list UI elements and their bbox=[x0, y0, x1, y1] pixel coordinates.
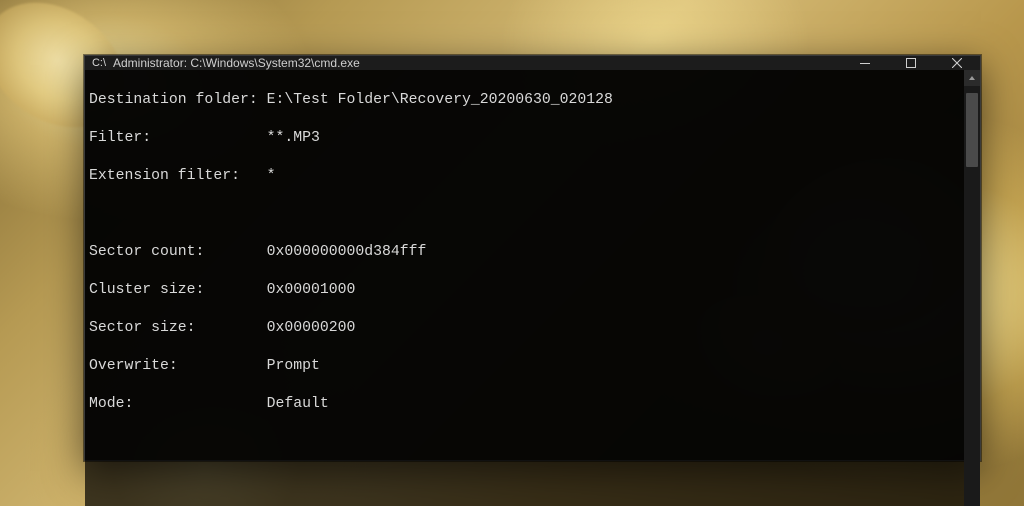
maximize-button[interactable] bbox=[888, 56, 934, 70]
console-output[interactable]: Destination folder: E:\Test Folder\Recov… bbox=[85, 70, 964, 506]
window-controls bbox=[842, 56, 980, 70]
window-title: Administrator: C:\Windows\System32\cmd.e… bbox=[113, 56, 360, 70]
overwrite-label: Overwrite: bbox=[89, 357, 267, 376]
app-icon-wrap: C:\ bbox=[85, 58, 113, 69]
dest-label: Destination folder: bbox=[89, 92, 258, 108]
mode-label: Mode: bbox=[89, 395, 267, 414]
client-area: Destination folder: E:\Test Folder\Recov… bbox=[85, 70, 980, 506]
cluster-size-value: 0x00001000 bbox=[267, 282, 356, 298]
cmd-window: C:\ Administrator: C:\Windows\System32\c… bbox=[84, 55, 981, 461]
close-button[interactable] bbox=[934, 56, 980, 70]
sector-size-value: 0x00000200 bbox=[267, 320, 356, 336]
sector-count-value: 0x000000000d384fff bbox=[267, 244, 427, 260]
sector-size-label: Sector size: bbox=[89, 319, 267, 338]
scroll-thumb[interactable] bbox=[966, 93, 978, 166]
sector-count-label: Sector count: bbox=[89, 243, 267, 262]
titlebar[interactable]: C:\ Administrator: C:\Windows\System32\c… bbox=[85, 56, 980, 70]
scroll-track[interactable] bbox=[964, 86, 980, 506]
vertical-scrollbar[interactable] bbox=[964, 70, 980, 506]
filter-value: **.MP3 bbox=[267, 130, 320, 146]
cmd-icon: C:\ bbox=[92, 58, 106, 69]
dest-value: E:\Test Folder\Recovery_20200630_020128 bbox=[267, 92, 613, 108]
ext-label: Extension filter: bbox=[89, 167, 267, 186]
filter-label: Filter: bbox=[89, 129, 267, 148]
ext-value: * bbox=[267, 168, 276, 184]
scroll-up-button[interactable] bbox=[964, 70, 980, 86]
minimize-button[interactable] bbox=[842, 56, 888, 70]
cluster-size-label: Cluster size: bbox=[89, 281, 267, 300]
overwrite-value: Prompt bbox=[267, 358, 320, 374]
mode-value: Default bbox=[267, 396, 329, 412]
